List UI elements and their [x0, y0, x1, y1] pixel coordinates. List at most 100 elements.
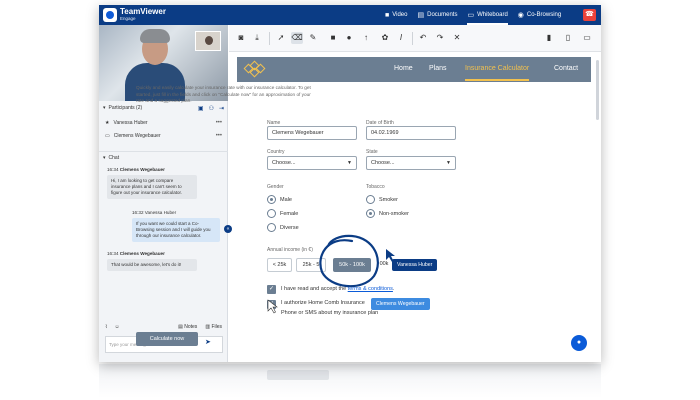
files-button[interactable]: ▥ Files — [205, 324, 222, 330]
whiteboard-icon: ▭ — [467, 12, 475, 19]
chat-bubble-icon: ● — [576, 339, 582, 346]
calculate-now-button[interactable]: Calculate now — [136, 332, 198, 346]
participant-item[interactable]: ★ Vanessa Huber ••• — [99, 117, 228, 129]
notes-icon: ▤ — [178, 324, 183, 330]
arrow-up-icon[interactable]: ↑ — [360, 32, 372, 44]
country-label: Country — [267, 149, 285, 155]
app-subtitle: Engage — [120, 16, 136, 21]
top-bar: TeamViewer Engage ■ Video ▤ Documents ▭ Whi… — [99, 5, 601, 25]
income-option-lt-25k[interactable]: < 25k — [267, 258, 292, 272]
eye-icon: ◉ — [517, 12, 524, 19]
site-nav: Home Plans Insurance Calculator Contact — [237, 57, 591, 82]
state-select[interactable]: Choose... ▼ — [366, 156, 456, 170]
pen-icon[interactable]: ✎ — [307, 32, 319, 44]
radio-button[interactable] — [267, 209, 276, 218]
self-video-thumbnail[interactable] — [195, 31, 221, 51]
chat-message: That would be awesome, let's do it! — [107, 259, 197, 271]
more-options-icon[interactable]: ••• — [216, 133, 222, 139]
circle-icon[interactable]: ● — [343, 32, 355, 44]
screen-reflection — [99, 364, 601, 398]
income-label: Annual income (in €) — [267, 247, 313, 253]
emoji-icon[interactable]: ☺ — [114, 324, 119, 330]
exit-icon[interactable]: ⇥ — [219, 105, 224, 112]
chat-message: If you want we could start a Co-Browsing… — [132, 218, 220, 242]
contact-consent-checkbox[interactable]: ✓ — [267, 300, 276, 309]
chevron-down-icon: ▼ — [446, 160, 451, 166]
app-name: TeamViewer — [120, 7, 166, 16]
radio-button[interactable] — [267, 223, 276, 232]
income-option-100k-plus[interactable]: 00k — [374, 258, 394, 272]
teamviewer-logo-icon — [103, 8, 117, 22]
collapse-caret-icon: ▾ — [103, 105, 106, 111]
chat-meta: 16:32 Vanessa Huber — [132, 210, 177, 215]
participant-item[interactable]: ▭ Clemens Wegebauer ••• — [99, 130, 228, 142]
chat-bubble-button[interactable]: ● — [571, 335, 587, 351]
document-view-icon[interactable]: ▯ — [562, 32, 574, 44]
terms-checkbox[interactable]: ✓ — [267, 285, 276, 294]
palette-icon[interactable]: ✿ — [379, 32, 391, 44]
chat-header[interactable]: ▾ Chat — [99, 151, 228, 163]
collapse-caret-icon: ▾ — [103, 154, 106, 161]
tab-whiteboard[interactable]: ▭ Whiteboard — [467, 5, 508, 25]
terms-link[interactable]: terms & conditions — [348, 286, 393, 292]
redo-icon[interactable]: ↷ — [434, 32, 446, 44]
whiteboard-toolbar: ◙ ⤓ ➚ ⌫ ✎ ■ ● ↑ ✿ I ↶ ↷ ✕ ▮ ▯ ▭ — [229, 25, 601, 52]
radio-button[interactable] — [366, 195, 375, 204]
site-nav-home[interactable]: Home — [394, 65, 413, 72]
undo-icon[interactable]: ↶ — [417, 32, 429, 44]
tobacco-option-smoker[interactable]: Smoker — [366, 195, 398, 204]
add-participant-icon[interactable]: ▣ — [198, 105, 204, 112]
pointer-icon[interactable]: ➚ — [275, 32, 287, 44]
collapse-panel-icon[interactable]: « — [224, 225, 232, 233]
file-icon: ▥ — [205, 324, 211, 330]
paperclip-icon[interactable]: ⌇ — [105, 324, 107, 330]
income-option-25k-50k[interactable]: 25k - 5 — [296, 258, 326, 272]
chat-meta: 16:34 Clemens Wegebauer — [107, 251, 165, 256]
document-icon: ▤ — [417, 12, 425, 19]
state-label: State — [366, 149, 378, 155]
radio-button[interactable] — [366, 209, 375, 218]
site-nav-insurance-calculator[interactable]: Insurance Calculator — [465, 65, 530, 81]
cursor-label-clemens: Clemens Wegebauer — [371, 298, 430, 310]
eraser-icon[interactable]: ⌫ — [291, 32, 303, 44]
rectangle-icon[interactable]: ■ — [327, 32, 339, 44]
gender-option-female[interactable]: Female — [267, 209, 298, 218]
notes-button[interactable]: ▤ Notes — [178, 324, 197, 330]
tobacco-option-non-smoker[interactable]: Non-smoker — [366, 209, 409, 218]
name-field[interactable]: Clemens Wegebauer — [267, 126, 357, 140]
site-nav-contact[interactable]: Contact — [554, 65, 578, 72]
tab-co-browsing[interactable]: ◉ Co-Browsing — [518, 5, 561, 25]
more-options-icon[interactable]: ••• — [216, 120, 222, 126]
tab-video[interactable]: ■ Video — [385, 5, 407, 25]
monitor-icon: ▭ — [105, 133, 110, 139]
contact-consent-text-line2: Phone or SMS about my insurance plan — [281, 310, 379, 316]
radio-button[interactable] — [267, 195, 276, 204]
send-icon[interactable]: ➤ — [205, 338, 211, 346]
chat-message: Hi, I am looking to get compare insuranc… — [107, 175, 197, 199]
text-icon[interactable]: I — [395, 32, 407, 44]
site-nav-plans[interactable]: Plans — [429, 65, 447, 72]
camera-icon[interactable]: ◙ — [235, 32, 247, 44]
dob-field[interactable]: 04.02.1969 — [366, 126, 456, 140]
phone-hangup-icon: ☎ — [585, 11, 594, 18]
gender-option-male[interactable]: Male — [267, 195, 292, 204]
terms-consent-text: I have read and accept the terms & condi… — [281, 286, 395, 292]
tab-documents[interactable]: ▤ Documents — [417, 5, 457, 25]
clear-icon[interactable]: ✕ — [451, 32, 463, 44]
download-icon[interactable]: ⤓ — [251, 32, 263, 44]
page-icon[interactable]: ▮ — [543, 32, 555, 44]
cursor-label-vanessa: Vanessa Huber — [392, 259, 438, 271]
site-logo-icon — [243, 60, 266, 78]
video-icon: ■ — [385, 11, 390, 19]
contact-consent-text: I authorize Home Comb Insurance — [281, 300, 365, 306]
monitor-icon[interactable]: ▭ — [581, 32, 593, 44]
chat-meta: 16:34 Clemens Wegebauer — [107, 167, 165, 172]
income-option-50k-100k[interactable]: 50k - 100k — [333, 258, 371, 272]
end-call-button[interactable]: ☎ — [583, 9, 596, 21]
chevron-down-icon: ▼ — [347, 160, 352, 166]
participants-icon[interactable]: ⚇ — [209, 105, 214, 112]
star-icon: ★ — [105, 120, 110, 126]
country-select[interactable]: Choose... ▼ — [267, 156, 357, 170]
scrollbar[interactable] — [596, 60, 599, 120]
gender-option-diverse[interactable]: Diverse — [267, 223, 299, 232]
